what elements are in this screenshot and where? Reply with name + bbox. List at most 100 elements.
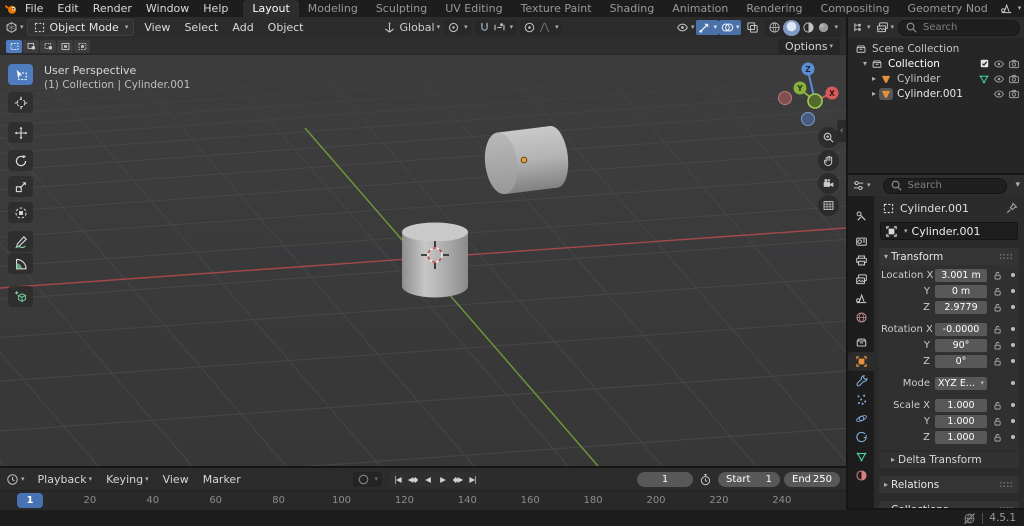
current-frame-field[interactable]: 1 (637, 472, 693, 487)
animate-decorator-dot[interactable] (1011, 289, 1015, 293)
transport-jump-end-button[interactable]: ▶| (465, 472, 480, 487)
frame-end-field[interactable]: End 250 (784, 472, 840, 487)
zoom-view-button[interactable] (818, 127, 839, 148)
workspace-tab-texture-paint[interactable]: Texture Paint (512, 0, 601, 17)
outliner-row-scene-collection[interactable]: Scene Collection (848, 41, 1024, 56)
lock-open-icon[interactable] (992, 356, 1003, 367)
workspace-tab-animation[interactable]: Animation (663, 0, 737, 17)
tool-scale[interactable] (8, 176, 33, 197)
transform-value-field[interactable]: 2.9779 (935, 301, 987, 314)
properties-tab-particles[interactable] (848, 390, 874, 409)
gizmo-z-negative[interactable] (802, 113, 815, 126)
hide-eye-icon[interactable] (993, 58, 1005, 70)
select-mode-invert[interactable] (57, 40, 73, 53)
timeline-menu-keying[interactable]: Keying▾ (99, 473, 155, 486)
navigation-gizmo[interactable]: ZYX (778, 62, 842, 126)
properties-search[interactable] (883, 178, 1008, 194)
lock-open-icon[interactable] (992, 432, 1003, 443)
transform-value-field[interactable]: 3.001 m (935, 269, 987, 282)
lock-open-icon[interactable] (992, 340, 1003, 351)
scene-selector[interactable]: ▾ Scene (997, 2, 1024, 15)
gizmo-x-negative[interactable] (779, 92, 792, 105)
outliner-search-input[interactable] (921, 21, 1013, 34)
menubar-item-render[interactable]: Render (86, 0, 139, 17)
select-mode-set[interactable] (6, 40, 22, 53)
disable-render-icon[interactable] (1008, 88, 1020, 100)
pivot-point-icon[interactable] (447, 21, 460, 34)
properties-tab-output[interactable] (848, 251, 874, 270)
transport-play-button[interactable]: ▶ (435, 472, 450, 487)
disable-render-icon[interactable] (1008, 58, 1020, 70)
proportional-edit-icon[interactable] (523, 21, 536, 34)
menubar-item-window[interactable]: Window (139, 0, 196, 17)
viewport-scene[interactable] (0, 38, 846, 466)
viewport-menu-view[interactable]: View (137, 19, 177, 36)
outliner-row-cylinder-001[interactable]: ▸Cylinder.001 (848, 86, 1024, 101)
workspace-tab-modeling[interactable]: Modeling (299, 0, 367, 17)
editor-type-timeline-icon[interactable] (6, 473, 19, 486)
gizmo-center[interactable] (808, 94, 822, 108)
outliner-item-label[interactable]: Collection (888, 58, 940, 70)
panel-grip[interactable] (999, 253, 1014, 260)
transform-value-field[interactable]: 1.000 (935, 415, 987, 428)
outliner-search[interactable] (898, 20, 1020, 36)
overlays-toggle[interactable]: ▾ (719, 20, 742, 35)
collapse-icon[interactable]: ▸ (872, 75, 876, 83)
properties-search-input[interactable] (906, 179, 1001, 192)
properties-tab-world[interactable] (848, 308, 874, 327)
viewport-menu-object[interactable]: Object (261, 19, 311, 36)
properties-tab-physics[interactable] (848, 409, 874, 428)
shading-material-icon[interactable] (802, 21, 815, 34)
animate-decorator-dot[interactable] (1011, 419, 1015, 423)
workspace-tab-sculpting[interactable]: Sculpting (367, 0, 436, 17)
frame-start-field[interactable]: Start 1 (718, 472, 780, 487)
timeline-menu-playback[interactable]: Playback▾ (31, 473, 100, 486)
transform-value-field[interactable]: 90° (935, 339, 987, 352)
hide-eye-icon[interactable] (993, 88, 1005, 100)
tool-select-box[interactable] (8, 64, 33, 85)
blender-logo-icon[interactable] (5, 2, 18, 15)
workspace-tab-layout[interactable]: Layout (243, 0, 298, 17)
panel-grip[interactable] (999, 481, 1014, 488)
menubar-item-edit[interactable]: Edit (50, 0, 85, 17)
disable-render-icon[interactable] (1008, 73, 1020, 85)
outliner-row-collection[interactable]: ▾ Collection (848, 56, 1024, 71)
transform-value-field[interactable]: 1.000 (935, 431, 987, 444)
pivot-point-group[interactable]: ▾ (444, 20, 471, 35)
transport-play-reverse-button[interactable]: ◀ (420, 472, 435, 487)
tool-add-cube[interactable] (8, 286, 33, 307)
outliner-item-label[interactable]: Cylinder.001 (897, 88, 963, 100)
transport-next-keyframe-button[interactable]: ◆▶ (450, 472, 465, 487)
transform-value-field[interactable]: 0° (935, 355, 987, 368)
pan-view-button[interactable] (818, 150, 839, 171)
options-button[interactable]: Options ▾ (778, 39, 840, 54)
animate-decorator-dot[interactable] (1011, 305, 1015, 309)
sidebar-toggle[interactable]: ‹ (837, 120, 846, 142)
transport-jump-start-button[interactable]: |◀ (390, 472, 405, 487)
camera-view-button[interactable] (818, 173, 839, 194)
expand-icon[interactable]: ▾ (863, 60, 867, 68)
outliner-row-cylinder[interactable]: ▸Cylinder (848, 71, 1024, 86)
breadcrumb-object-name[interactable]: Cylinder.001 (900, 202, 969, 215)
outliner-filter-icon[interactable] (876, 21, 889, 34)
lock-open-icon[interactable] (992, 324, 1003, 335)
select-mode-subtract[interactable] (40, 40, 56, 53)
properties-tab-render[interactable] (848, 232, 874, 251)
panel-collections-header[interactable]: ▸Collections (879, 501, 1019, 508)
tool-transform[interactable] (8, 202, 33, 223)
workspace-tab-geometry-nod[interactable]: Geometry Nod (898, 0, 996, 17)
toggle-projection-button[interactable] (818, 195, 839, 216)
editor-type-3dview-icon[interactable] (5, 21, 18, 34)
properties-tab-modifiers[interactable] (848, 371, 874, 390)
properties-tab-scene[interactable] (848, 289, 874, 308)
viewport-menu-select[interactable]: Select (177, 19, 225, 36)
animate-decorator-dot[interactable] (1011, 435, 1015, 439)
use-preview-range-icon[interactable] (699, 473, 712, 486)
orientation-selector[interactable]: Global ▾ (383, 21, 441, 34)
select-mode-intersect[interactable] (74, 40, 90, 53)
properties-tab-object[interactable] (848, 352, 874, 371)
animate-decorator-dot[interactable] (1011, 327, 1015, 331)
timeline-menu-marker[interactable]: Marker (196, 473, 248, 486)
timeline-menu-view[interactable]: View (156, 473, 196, 486)
delta-transform-subpanel[interactable]: ▸ Delta Transform (879, 451, 1019, 468)
